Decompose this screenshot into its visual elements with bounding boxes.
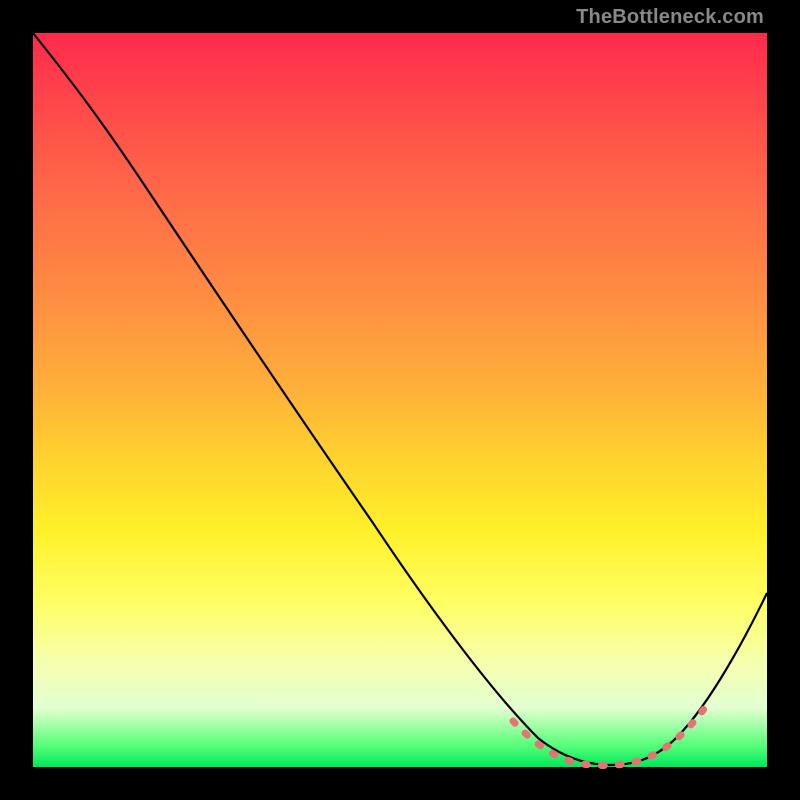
attribution-text: TheBottleneck.com xyxy=(576,6,764,29)
curve-layer xyxy=(33,33,767,767)
chart-frame: TheBottleneck.com xyxy=(0,0,800,800)
optimal-range-marker xyxy=(513,699,711,765)
bottleneck-curve xyxy=(33,33,767,765)
plot-area xyxy=(33,33,767,767)
